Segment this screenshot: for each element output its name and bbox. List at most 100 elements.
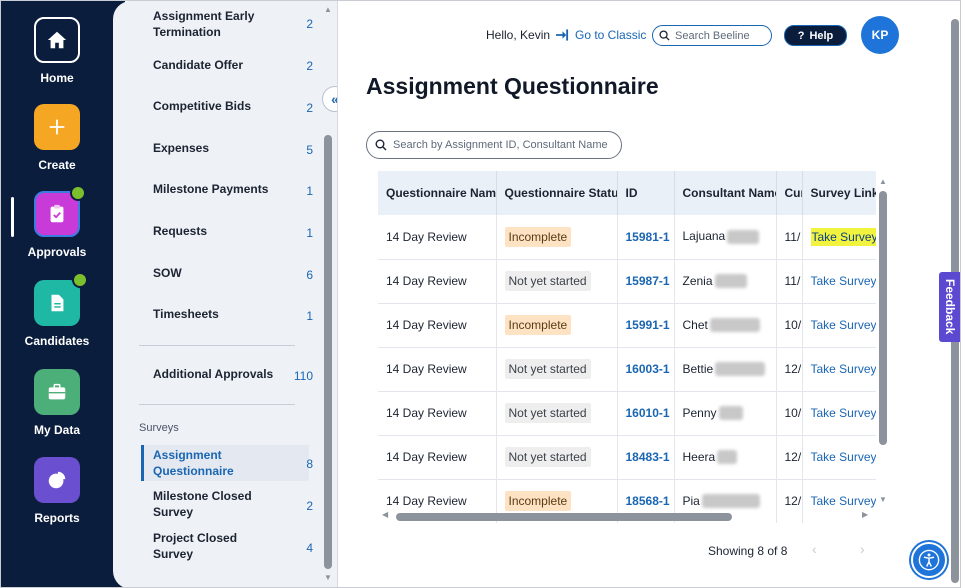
current-date: 11/ [776, 259, 803, 304]
search-icon [375, 139, 387, 151]
consultant-cell: Lajuana [674, 215, 777, 260]
table-row: 14 Day Review Not yet started 15987-1 Ze… [378, 259, 877, 304]
consultant-cell: Bettie [674, 347, 777, 392]
table-scroll-down-arrow[interactable]: ▼ [878, 495, 888, 504]
sidebar-item-label: Project Closed Survey [153, 531, 238, 561]
sidebar-item-project-closed-survey[interactable]: Project Closed Survey 4 [153, 530, 313, 562]
column-header[interactable]: Questionnaire Name [378, 171, 497, 215]
rail-label: Approvals [27, 245, 87, 259]
accessibility-button[interactable] [911, 542, 947, 578]
go-to-classic-link[interactable]: Go to Classic [556, 28, 646, 42]
table-scroll-up-arrow[interactable]: ▲ [878, 177, 888, 186]
rail-item-create[interactable]: Create [1, 104, 113, 172]
go-to-classic-label: Go to Classic [575, 28, 647, 42]
assignment-id-link[interactable]: 15981-1 [626, 230, 670, 244]
rail-label: Create [38, 158, 76, 172]
sidebar-item-label: Assignment Early Termination [153, 9, 255, 39]
document-icon [34, 272, 88, 326]
assignment-id-link[interactable]: 18568-1 [626, 494, 670, 508]
assignment-id-link[interactable]: 15991-1 [626, 318, 670, 332]
questionnaire-name: 14 Day Review [378, 391, 497, 436]
feedback-tab[interactable]: Feedback [939, 272, 960, 342]
column-header[interactable]: ID [617, 171, 675, 215]
redacted-surname [717, 450, 738, 465]
take-survey-link[interactable]: Take Survey [811, 406, 877, 420]
redacted-surname [701, 494, 760, 509]
accessibility-icon [918, 549, 940, 571]
take-survey-link[interactable]: Take Survey [810, 227, 876, 246]
take-survey-link[interactable]: Take Survey [811, 450, 877, 464]
global-search-input[interactable]: Search Beeline [652, 25, 772, 46]
status-cell: Not yet started [496, 391, 618, 436]
column-header[interactable]: Curr [776, 171, 803, 215]
rail-label: My Data [33, 423, 80, 437]
rail-item-reports[interactable]: Reports [1, 457, 113, 525]
consultant-name: Pia [682, 493, 700, 508]
rail-item-candidates[interactable]: Candidates [1, 272, 113, 348]
plus-icon [34, 104, 80, 150]
sidebar-item-requests[interactable]: Requests 1 [153, 223, 313, 240]
sidebar-item-label: Candidate Offer [153, 58, 244, 72]
sidebar-item-assignment-early-termination[interactable]: Assignment Early Termination 2 [153, 8, 313, 40]
previous-page-button[interactable]: ‹ [812, 541, 817, 557]
column-header[interactable]: Consultant Name [674, 171, 777, 215]
sidebar-item-count: 1 [306, 184, 313, 198]
survey-cell: Take Survey [802, 303, 877, 348]
table-scroll-left-arrow[interactable]: ◀ [382, 510, 388, 519]
sidebar-item-sow[interactable]: SOW 6 [153, 265, 313, 282]
sidebar-item-milestone-closed-survey[interactable]: Milestone Closed Survey 2 [153, 488, 313, 520]
search-placeholder: Search by Assignment ID, Consultant Name [393, 139, 608, 151]
question-icon: ? [797, 29, 805, 42]
survey-cell: Take Survey [802, 215, 876, 260]
help-button[interactable]: ? Help [784, 25, 847, 46]
avatar[interactable]: KP [861, 16, 899, 54]
rail-item-approvals[interactable]: Approvals [1, 185, 113, 259]
sidebar-item-expenses[interactable]: Expenses 5 [153, 140, 313, 157]
take-survey-link[interactable]: Take Survey [811, 362, 877, 376]
next-page-button[interactable]: › [860, 541, 865, 557]
take-survey-link[interactable]: Take Survey [811, 318, 877, 332]
sidebar-item-label: Expenses [153, 141, 210, 155]
sidebar-item-candidate-offer[interactable]: Candidate Offer 2 [153, 57, 313, 73]
scroll-up-arrow[interactable]: ▲ [323, 5, 333, 14]
table-search-input[interactable]: Search by Assignment ID, Consultant Name [366, 131, 622, 159]
rail-item-my-data[interactable]: My Data [1, 369, 113, 437]
assignment-id-link[interactable]: 16003-1 [626, 362, 670, 376]
notification-dot [72, 272, 88, 288]
search-placeholder: Search Beeline [675, 29, 750, 42]
sidebar-item-competitive-bids[interactable]: Competitive Bids 2 [153, 98, 313, 115]
assignment-id-link[interactable]: 16010-1 [626, 406, 670, 420]
rail-item-home[interactable]: Home [1, 17, 113, 85]
sidebar-item-milestone-payments[interactable]: Milestone Payments 1 [153, 181, 313, 198]
sidebar-item-assignment-questionnaire[interactable]: Assignment Questionnaire 8 [153, 447, 313, 479]
consultant-cell: Penny [674, 391, 777, 436]
sidebar-item-label: Assignment Questionnaire [153, 448, 234, 478]
column-header[interactable]: Questionnaire Status [496, 171, 618, 215]
current-date: 10/ [776, 391, 803, 436]
current-date: 12/ [776, 435, 803, 480]
column-header[interactable]: Survey Link [802, 171, 876, 215]
id-cell: 15991-1 [617, 303, 675, 348]
survey-cell: Take Survey [802, 347, 877, 392]
id-cell: 15987-1 [617, 259, 675, 304]
table-scroll-right-arrow[interactable]: ▶ [862, 510, 868, 519]
sidebar-scrollbar[interactable] [324, 135, 332, 569]
assignment-id-link[interactable]: 18483-1 [626, 450, 670, 464]
id-cell: 15981-1 [617, 215, 675, 260]
consultant-name: Bettie [682, 361, 714, 376]
take-survey-link[interactable]: Take Survey [811, 274, 877, 288]
survey-cell: Take Survey [802, 435, 877, 480]
sidebar-item-additional-approvals[interactable]: Additional Approvals 110 [153, 366, 313, 383]
surveys-heading: Surveys [139, 422, 179, 434]
sidebar-item-timesheets[interactable]: Timesheets 1 [153, 306, 313, 323]
table-vertical-scrollbar[interactable] [879, 191, 887, 445]
sidebar-item-count: 8 [306, 457, 313, 471]
sidebar-item-label: Milestone Closed Survey [153, 489, 252, 519]
assignment-id-link[interactable]: 15987-1 [626, 274, 670, 288]
take-survey-link[interactable]: Take Survey [811, 494, 877, 508]
status-badge: Not yet started [504, 447, 591, 467]
table-horizontal-scrollbar[interactable] [396, 513, 732, 521]
sidebar-item-label: Additional Approvals [153, 367, 274, 381]
scroll-down-arrow[interactable]: ▼ [323, 573, 333, 582]
status-badge: Incomplete [504, 315, 572, 335]
